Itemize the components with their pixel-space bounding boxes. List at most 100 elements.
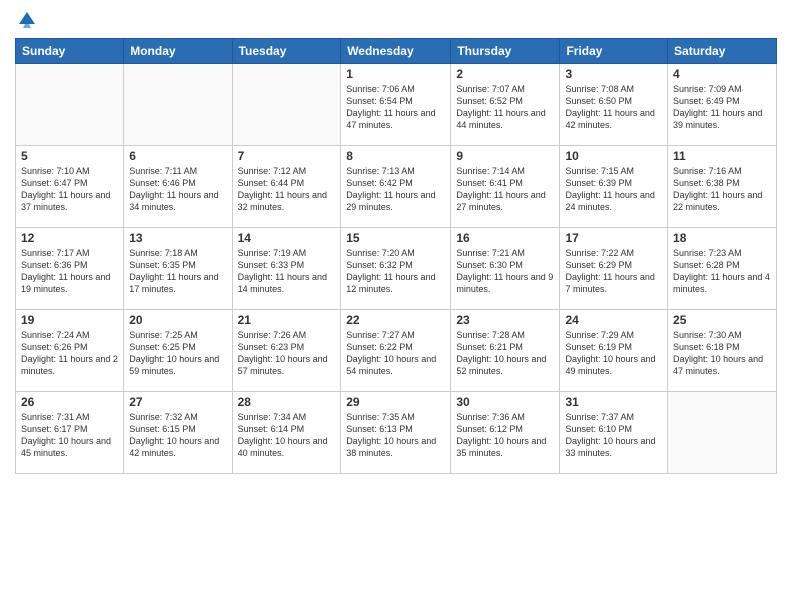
day-number: 23 [456, 313, 554, 327]
day-info: Sunrise: 7:10 AM Sunset: 6:47 PM Dayligh… [21, 165, 118, 214]
calendar-week-1: 1 Sunrise: 7:06 AM Sunset: 6:54 PM Daylig… [16, 64, 777, 146]
day-info: Sunrise: 7:12 AM Sunset: 6:44 PM Dayligh… [238, 165, 336, 214]
calendar-week-2: 5 Sunrise: 7:10 AM Sunset: 6:47 PM Daylig… [16, 146, 777, 228]
day-number: 5 [21, 149, 118, 163]
weekday-header-wednesday: Wednesday [341, 39, 451, 64]
day-info: Sunrise: 7:37 AM Sunset: 6:10 PM Dayligh… [565, 411, 662, 460]
header [15, 10, 777, 30]
day-info: Sunrise: 7:11 AM Sunset: 6:46 PM Dayligh… [129, 165, 226, 214]
day-info: Sunrise: 7:34 AM Sunset: 6:14 PM Dayligh… [238, 411, 336, 460]
calendar-cell: 20 Sunrise: 7:25 AM Sunset: 6:25 PM Dayli… [124, 310, 232, 392]
calendar-cell: 2 Sunrise: 7:07 AM Sunset: 6:52 PM Daylig… [451, 64, 560, 146]
day-number: 17 [565, 231, 662, 245]
calendar-cell: 16 Sunrise: 7:21 AM Sunset: 6:30 PM Dayli… [451, 228, 560, 310]
day-number: 12 [21, 231, 118, 245]
calendar-cell: 11 Sunrise: 7:16 AM Sunset: 6:38 PM Dayli… [668, 146, 777, 228]
calendar-week-3: 12 Sunrise: 7:17 AM Sunset: 6:36 PM Dayli… [16, 228, 777, 310]
page: SundayMondayTuesdayWednesdayThursdayFrid… [0, 0, 792, 612]
calendar-table: SundayMondayTuesdayWednesdayThursdayFrid… [15, 38, 777, 474]
weekday-header-friday: Friday [560, 39, 668, 64]
day-info: Sunrise: 7:24 AM Sunset: 6:26 PM Dayligh… [21, 329, 118, 378]
day-info: Sunrise: 7:18 AM Sunset: 6:35 PM Dayligh… [129, 247, 226, 296]
day-number: 14 [238, 231, 336, 245]
day-number: 24 [565, 313, 662, 327]
day-number: 21 [238, 313, 336, 327]
weekday-header-saturday: Saturday [668, 39, 777, 64]
calendar-cell: 7Sunrise: 7:12 AM Sunset: 6:44 PM Daylig… [232, 146, 341, 228]
day-number: 13 [129, 231, 226, 245]
day-info: Sunrise: 7:25 AM Sunset: 6:25 PM Dayligh… [129, 329, 226, 378]
day-info: Sunrise: 7:26 AM Sunset: 6:23 PM Dayligh… [238, 329, 336, 378]
day-info: Sunrise: 7:08 AM Sunset: 6:50 PM Dayligh… [565, 83, 662, 132]
calendar-cell: 31 Sunrise: 7:37 AM Sunset: 6:10 PM Dayli… [560, 392, 668, 474]
day-info: Sunrise: 7:19 AM Sunset: 6:33 PM Dayligh… [238, 247, 336, 296]
day-info: Sunrise: 7:06 AM Sunset: 6:54 PM Dayligh… [346, 83, 445, 132]
day-info: Sunrise: 7:14 AM Sunset: 6:41 PM Dayligh… [456, 165, 554, 214]
day-number: 31 [565, 395, 662, 409]
calendar-cell: 14 Sunrise: 7:19 AM Sunset: 6:33 PM Dayli… [232, 228, 341, 310]
calendar-cell: 23 Sunrise: 7:28 AM Sunset: 6:21 PM Dayli… [451, 310, 560, 392]
calendar-cell: 30 Sunrise: 7:36 AM Sunset: 6:12 PM Dayli… [451, 392, 560, 474]
day-number: 8 [346, 149, 445, 163]
calendar-cell: 26Sunrise: 7:31 AM Sunset: 6:17 PM Dayli… [16, 392, 124, 474]
weekday-header-row: SundayMondayTuesdayWednesdayThursdayFrid… [16, 39, 777, 64]
calendar-cell: 29Sunrise: 7:35 AM Sunset: 6:13 PM Dayli… [341, 392, 451, 474]
day-number: 3 [565, 67, 662, 81]
day-info: Sunrise: 7:15 AM Sunset: 6:39 PM Dayligh… [565, 165, 662, 214]
calendar-cell: 1 Sunrise: 7:06 AM Sunset: 6:54 PM Daylig… [341, 64, 451, 146]
weekday-header-thursday: Thursday [451, 39, 560, 64]
calendar-cell: 9 Sunrise: 7:14 AM Sunset: 6:41 PM Daylig… [451, 146, 560, 228]
weekday-header-monday: Monday [124, 39, 232, 64]
day-number: 19 [21, 313, 118, 327]
day-info: Sunrise: 7:36 AM Sunset: 6:12 PM Dayligh… [456, 411, 554, 460]
day-info: Sunrise: 7:07 AM Sunset: 6:52 PM Dayligh… [456, 83, 554, 132]
day-number: 15 [346, 231, 445, 245]
calendar-cell [232, 64, 341, 146]
day-info: Sunrise: 7:21 AM Sunset: 6:30 PM Dayligh… [456, 247, 554, 296]
day-number: 25 [673, 313, 771, 327]
day-number: 20 [129, 313, 226, 327]
day-info: Sunrise: 7:16 AM Sunset: 6:38 PM Dayligh… [673, 165, 771, 214]
day-number: 18 [673, 231, 771, 245]
day-number: 2 [456, 67, 554, 81]
day-number: 26 [21, 395, 118, 409]
day-number: 10 [565, 149, 662, 163]
calendar-cell: 17 Sunrise: 7:22 AM Sunset: 6:29 PM Dayli… [560, 228, 668, 310]
calendar-cell: 25Sunrise: 7:30 AM Sunset: 6:18 PM Dayli… [668, 310, 777, 392]
logo-icon [17, 10, 37, 30]
day-number: 1 [346, 67, 445, 81]
calendar-cell: 13 Sunrise: 7:18 AM Sunset: 6:35 PM Dayli… [124, 228, 232, 310]
day-info: Sunrise: 7:32 AM Sunset: 6:15 PM Dayligh… [129, 411, 226, 460]
day-info: Sunrise: 7:23 AM Sunset: 6:28 PM Dayligh… [673, 247, 771, 296]
calendar-week-5: 26Sunrise: 7:31 AM Sunset: 6:17 PM Dayli… [16, 392, 777, 474]
logo [15, 10, 37, 30]
weekday-header-tuesday: Tuesday [232, 39, 341, 64]
calendar-cell: 21 Sunrise: 7:26 AM Sunset: 6:23 PM Dayli… [232, 310, 341, 392]
calendar-cell: 28 Sunrise: 7:34 AM Sunset: 6:14 PM Dayli… [232, 392, 341, 474]
day-info: Sunrise: 7:13 AM Sunset: 6:42 PM Dayligh… [346, 165, 445, 214]
day-info: Sunrise: 7:29 AM Sunset: 6:19 PM Dayligh… [565, 329, 662, 378]
calendar-cell: 24 Sunrise: 7:29 AM Sunset: 6:19 PM Dayli… [560, 310, 668, 392]
day-info: Sunrise: 7:17 AM Sunset: 6:36 PM Dayligh… [21, 247, 118, 296]
day-number: 16 [456, 231, 554, 245]
day-info: Sunrise: 7:28 AM Sunset: 6:21 PM Dayligh… [456, 329, 554, 378]
weekday-header-sunday: Sunday [16, 39, 124, 64]
calendar-cell: 19 Sunrise: 7:24 AM Sunset: 6:26 PM Dayli… [16, 310, 124, 392]
calendar-cell: 10 Sunrise: 7:15 AM Sunset: 6:39 PM Dayli… [560, 146, 668, 228]
calendar-cell: 4 Sunrise: 7:09 AM Sunset: 6:49 PM Daylig… [668, 64, 777, 146]
calendar-cell: 22Sunrise: 7:27 AM Sunset: 6:22 PM Dayli… [341, 310, 451, 392]
calendar-cell [668, 392, 777, 474]
calendar-cell: 15Sunrise: 7:20 AM Sunset: 6:32 PM Dayli… [341, 228, 451, 310]
calendar-cell: 12 Sunrise: 7:17 AM Sunset: 6:36 PM Dayli… [16, 228, 124, 310]
calendar-week-4: 19 Sunrise: 7:24 AM Sunset: 6:26 PM Dayli… [16, 310, 777, 392]
day-info: Sunrise: 7:22 AM Sunset: 6:29 PM Dayligh… [565, 247, 662, 296]
day-number: 11 [673, 149, 771, 163]
calendar-cell: 27Sunrise: 7:32 AM Sunset: 6:15 PM Dayli… [124, 392, 232, 474]
calendar-cell: 3 Sunrise: 7:08 AM Sunset: 6:50 PM Daylig… [560, 64, 668, 146]
day-number: 30 [456, 395, 554, 409]
calendar-cell [124, 64, 232, 146]
day-number: 28 [238, 395, 336, 409]
day-info: Sunrise: 7:09 AM Sunset: 6:49 PM Dayligh… [673, 83, 771, 132]
day-number: 9 [456, 149, 554, 163]
day-number: 4 [673, 67, 771, 81]
